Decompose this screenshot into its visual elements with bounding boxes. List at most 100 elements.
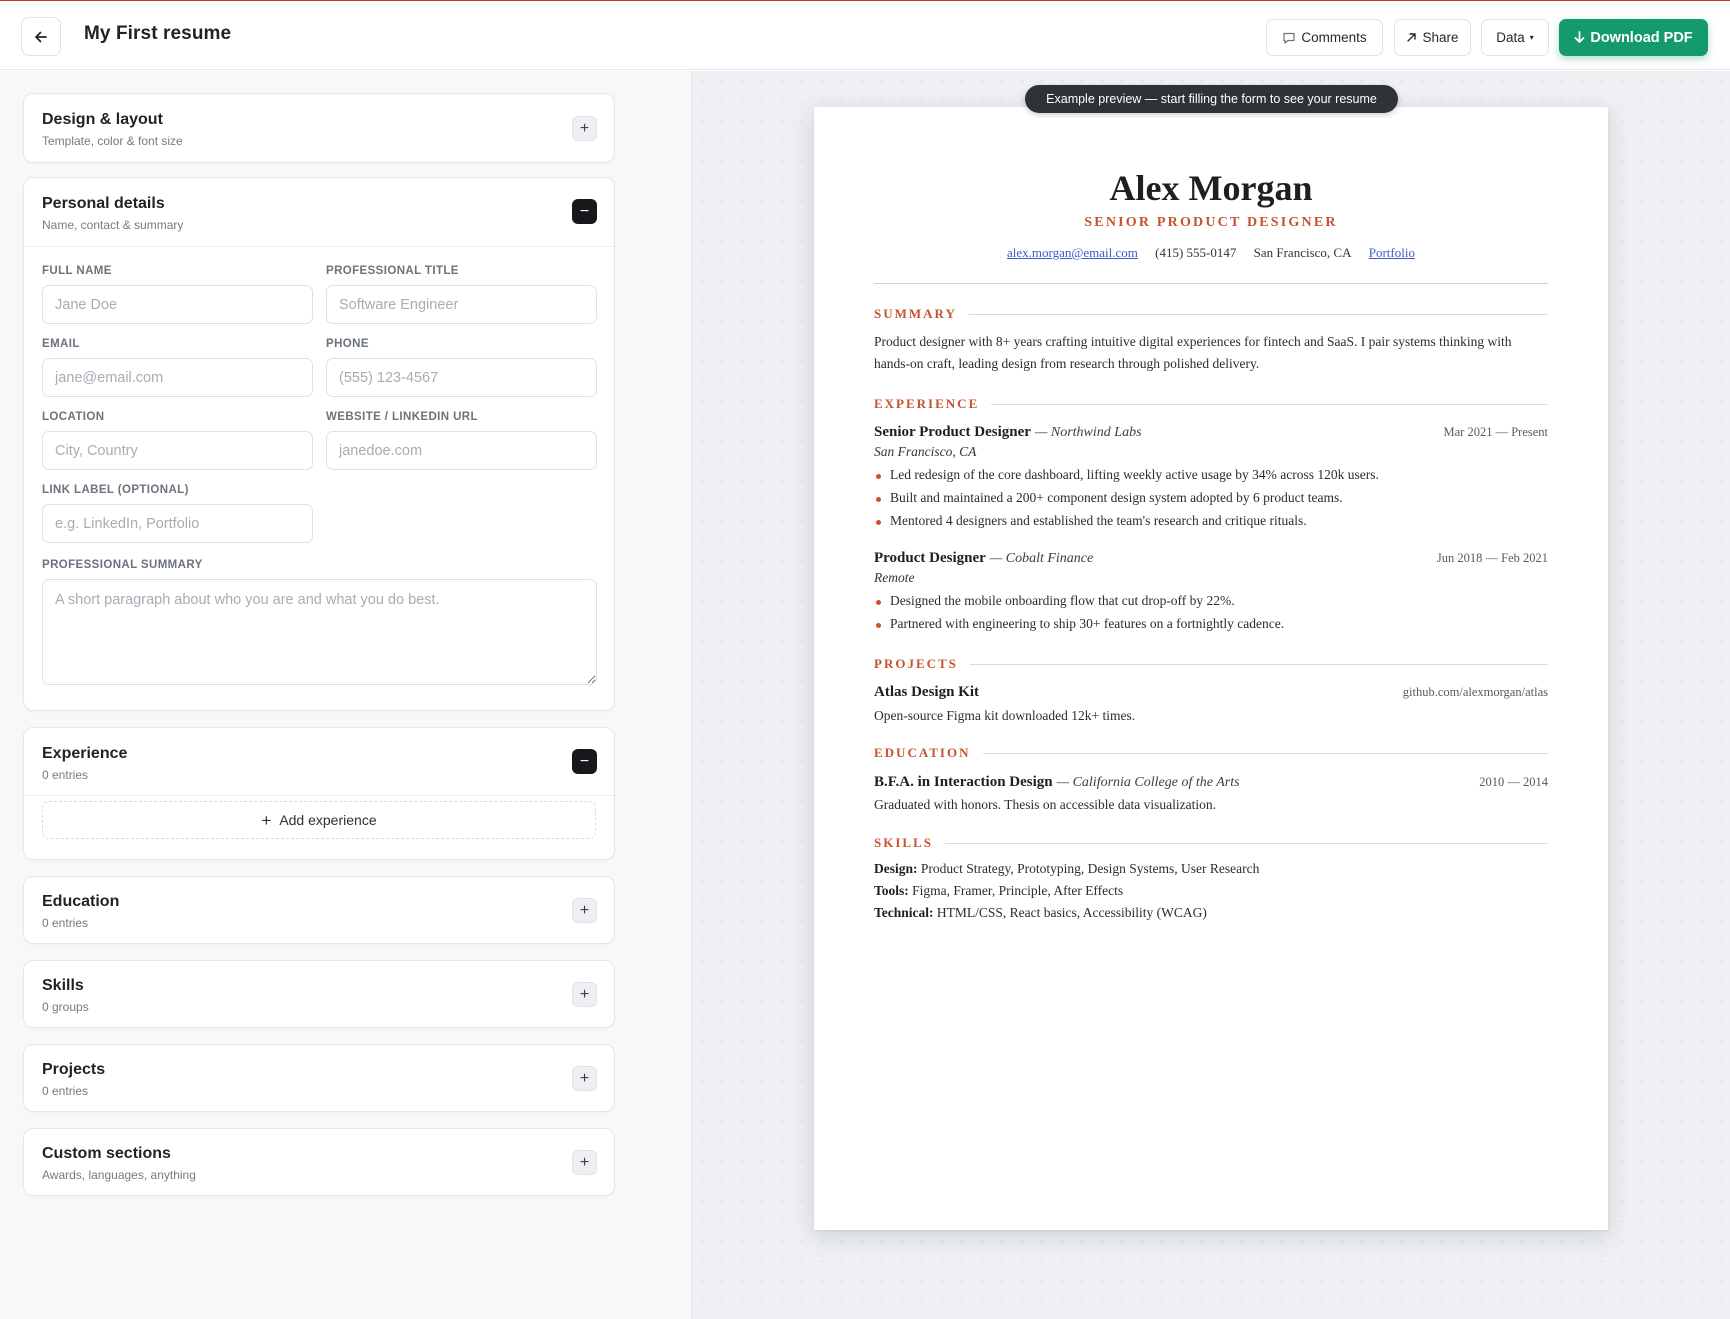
example-preview-banner: Example preview — start filling the form…: [1025, 85, 1398, 113]
phone-input[interactable]: [326, 358, 597, 397]
professional-title-label: Professional title: [326, 265, 459, 277]
job-title: Product Designer: [874, 550, 986, 566]
download-pdf-button[interactable]: Download PDF: [1559, 19, 1708, 56]
chevron-down-icon: ▾: [1529, 33, 1534, 42]
education-degree: B.F.A. in Interaction Design: [874, 774, 1053, 790]
expand-plus-icon[interactable]: +: [572, 982, 597, 1007]
website-input[interactable]: [326, 431, 597, 470]
comments-label: Comments: [1301, 30, 1367, 45]
share-label: Share: [1422, 30, 1459, 45]
summary-textarea[interactable]: [42, 579, 597, 685]
card-subtitle: Template, color & font size: [42, 134, 183, 148]
job-company: — Northwind Labs: [1034, 425, 1142, 440]
education-card[interactable]: Education 0 entries +: [23, 876, 615, 944]
location-label: Location: [42, 411, 105, 423]
expand-plus-icon[interactable]: +: [572, 116, 597, 141]
skill-items: HTML/CSS, React basics, Accessibility (W…: [936, 905, 1207, 920]
header-divider: [874, 283, 1548, 284]
card-subtitle: 0 entries: [42, 1084, 89, 1098]
skill-items: Figma, Framer, Principle, After Effects: [912, 883, 1124, 898]
download-label: Download PDF: [1590, 29, 1693, 46]
link-label-label: Link label (optional): [42, 484, 189, 496]
job-bullet: Led redesign of the core dashboard, lift…: [874, 467, 1548, 483]
full-name-input[interactable]: [42, 285, 313, 324]
card-title: Custom sections: [42, 1145, 171, 1162]
top-bar: My First resume Comments Share Data ▾ Do…: [0, 0, 1730, 70]
comments-button[interactable]: Comments: [1266, 19, 1383, 56]
education-school: — California College of the Arts: [1056, 775, 1240, 790]
resume-email-link[interactable]: alex.morgan@email.com: [1007, 245, 1138, 260]
job-location: Remote: [874, 570, 915, 585]
job-bullet: Built and maintained a 200+ component de…: [874, 490, 1548, 506]
custom-sections-card[interactable]: Custom sections Awards, languages, anyth…: [23, 1128, 615, 1196]
projects-heading: PROJECTS: [874, 656, 1548, 672]
card-title: Skills: [42, 977, 84, 994]
job-company: — Cobalt Finance: [989, 551, 1094, 566]
summary-text: Product designer with 8+ years crafting …: [874, 334, 1512, 371]
arrow-down-icon: [1574, 31, 1585, 43]
personal-details-card: Personal details Name, contact & summary…: [23, 177, 615, 711]
add-experience-label: Add experience: [279, 812, 377, 828]
projects-card[interactable]: Projects 0 entries +: [23, 1044, 615, 1112]
summary-label: Professional summary: [42, 559, 203, 571]
document-title[interactable]: My First resume: [84, 23, 231, 45]
card-subtitle: Awards, languages, anything: [42, 1168, 196, 1182]
experience-heading: EXPERIENCE: [874, 396, 1548, 412]
card-title: Design & layout: [42, 111, 163, 128]
card-subtitle: 0 entries: [42, 916, 89, 930]
add-experience-button[interactable]: + Add experience: [42, 801, 596, 839]
collapse-minus-icon[interactable]: −: [572, 199, 597, 224]
full-name-label: Full name: [42, 265, 112, 277]
editor-panel: Design & layout Template, color & font s…: [0, 71, 692, 1319]
skills-card[interactable]: Skills 0 groups +: [23, 960, 615, 1028]
card-title: Experience: [42, 745, 128, 762]
link-label-input[interactable]: [42, 504, 313, 543]
job-location: San Francisco, CA: [874, 444, 977, 459]
arrow-up-right-icon: [1407, 33, 1417, 42]
experience-card: Experience 0 entries − + Add experience: [23, 727, 615, 860]
resume-name: Alex Morgan: [1109, 168, 1313, 208]
data-label: Data: [1496, 30, 1525, 45]
skill-group: Technical: HTML/CSS, React basics, Acces…: [874, 905, 1207, 921]
email-input[interactable]: [42, 358, 313, 397]
phone-label: Phone: [326, 338, 369, 350]
skill-label: Tools:: [874, 883, 909, 898]
card-subtitle: 0 entries: [42, 768, 89, 782]
project-url: github.com/alexmorgan/atlas: [1402, 685, 1548, 699]
arrow-left-icon: [35, 31, 47, 42]
back-button[interactable]: [21, 17, 61, 56]
card-title: Education: [42, 893, 120, 910]
skill-items: Product Strategy, Prototyping, Design Sy…: [920, 861, 1260, 876]
skill-group: Tools: Figma, Framer, Principle, After E…: [874, 883, 1123, 899]
card-subtitle: Name, contact & summary: [42, 218, 184, 232]
resume-role: SENIOR PRODUCT DESIGNER: [1084, 215, 1338, 230]
design-layout-card[interactable]: Design & layout Template, color & font s…: [23, 93, 615, 163]
summary-heading: SUMMARY: [874, 306, 1548, 322]
skills-heading: SKILLS: [874, 835, 1548, 851]
card-subtitle: 0 groups: [42, 1000, 89, 1014]
education-dates: 2010 — 2014: [1479, 775, 1548, 789]
skill-label: Technical:: [874, 905, 934, 920]
resume-phone: (415) 555-0147: [1155, 245, 1237, 260]
location-input[interactable]: [42, 431, 313, 470]
resume-location: San Francisco, CA: [1253, 245, 1352, 260]
expand-plus-icon[interactable]: +: [572, 898, 597, 923]
website-label: Website / LinkedIn URL: [326, 411, 478, 423]
resume-contact: alex.morgan@email.com (415) 555-0147 San…: [814, 245, 1608, 261]
card-title: Projects: [42, 1061, 106, 1078]
section-title: PROJECTS: [874, 656, 958, 671]
expand-plus-icon[interactable]: +: [572, 1150, 597, 1175]
card-title: Personal details: [42, 195, 165, 212]
email-label: Email: [42, 338, 80, 350]
professional-title-input[interactable]: [326, 285, 597, 324]
resume-portfolio-link[interactable]: Portfolio: [1369, 245, 1415, 260]
collapse-minus-icon[interactable]: −: [572, 749, 597, 774]
data-menu-button[interactable]: Data ▾: [1481, 19, 1549, 56]
job-bullet: Partnered with engineering to ship 30+ f…: [874, 616, 1548, 632]
plus-icon: +: [261, 810, 272, 830]
expand-plus-icon[interactable]: +: [572, 1066, 597, 1091]
divider: [24, 795, 614, 796]
share-button[interactable]: Share: [1394, 19, 1471, 56]
job-bullet: Mentored 4 designers and established the…: [874, 513, 1548, 529]
section-title: SUMMARY: [874, 306, 957, 321]
